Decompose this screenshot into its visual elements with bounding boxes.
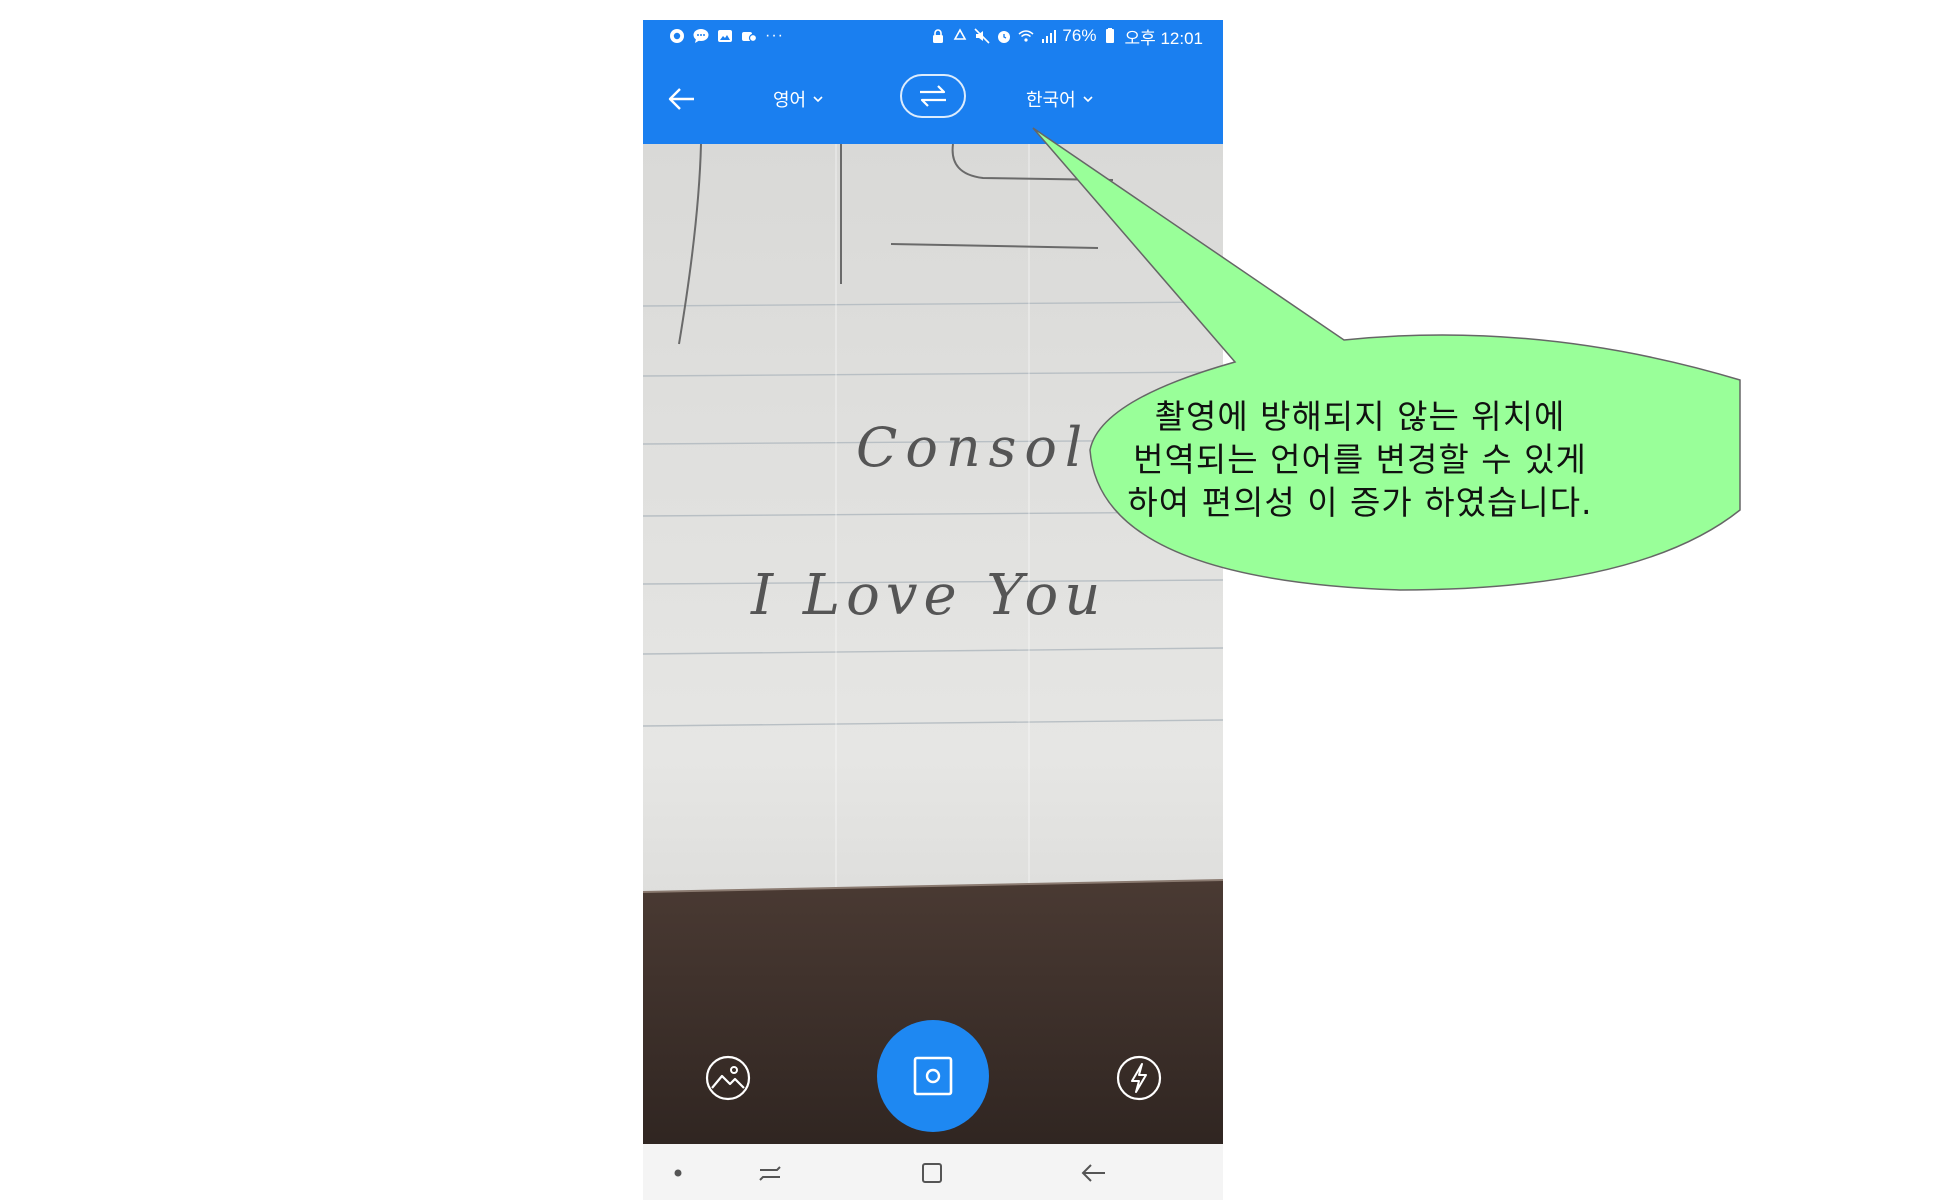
recycle-icon <box>952 28 968 44</box>
lock-icon <box>930 28 946 44</box>
nav-back-button[interactable] <box>1079 1158 1109 1188</box>
capture-button[interactable] <box>877 1020 989 1132</box>
wifi-icon <box>1018 28 1034 44</box>
camera-preview[interactable]: Console I Love You <box>643 144 1223 1166</box>
translate-toolbar: 영어 한국어 <box>643 52 1223 144</box>
system-icons: 76% 오후 12:01 <box>930 24 1203 49</box>
callout-line-3: 하여 편의성 이 증가 하였습니다. <box>1127 483 1593 522</box>
mute-icon <box>974 28 990 44</box>
nav-hide-button[interactable] <box>663 1158 693 1188</box>
image-gallery-icon <box>705 1055 751 1101</box>
dot-icon <box>674 1169 682 1177</box>
phone-screen: ··· 76% 오후 12:01 영어 한국어 Console I Love Y… <box>643 20 1223 1200</box>
clock: 오후 12:01 <box>1124 28 1203 48</box>
arrow-left-icon <box>668 88 694 110</box>
status-bar: ··· 76% 오후 12:01 <box>643 20 1223 52</box>
signal-icon <box>1040 28 1057 44</box>
link-notification-icon <box>741 28 757 44</box>
notification-icons: ··· <box>669 27 784 45</box>
source-language-dropdown[interactable]: 영어 <box>773 82 824 116</box>
battery-percent: 76% <box>1062 26 1097 45</box>
battery-icon <box>1102 28 1118 44</box>
camera-shutter-icon <box>913 1056 953 1096</box>
annotated-screenshot: ··· 76% 오후 12:01 영어 한국어 Console I Love Y… <box>0 0 1956 1200</box>
flash-toggle-button[interactable] <box>1115 1054 1163 1102</box>
more-notifications-icon: ··· <box>765 27 784 44</box>
camera-viewfinder-image: Console I Love You <box>643 144 1223 1166</box>
alarm-icon <box>996 28 1012 44</box>
callout-line-2: 번역되는 언어를 변경할 수 있게 <box>1133 440 1587 479</box>
gallery-notification-icon <box>717 28 733 44</box>
back-button[interactable] <box>665 82 699 116</box>
gallery-button[interactable] <box>704 1054 752 1102</box>
chevron-down-icon <box>812 93 824 105</box>
chat-icon <box>693 28 709 44</box>
nav-recent-apps-button[interactable] <box>755 1158 785 1188</box>
app-notification-icon <box>669 28 685 44</box>
flash-icon <box>1116 1055 1162 1101</box>
target-language-dropdown[interactable]: 한국어 <box>1026 82 1094 116</box>
recent-apps-icon <box>759 1166 781 1181</box>
source-language-label: 영어 <box>773 90 807 111</box>
handwriting-line-1: Console <box>856 416 1130 479</box>
back-arrow-icon <box>1081 1164 1105 1182</box>
chevron-down-icon <box>1082 93 1094 105</box>
swap-languages-button[interactable] <box>900 74 966 118</box>
target-language-label: 한국어 <box>1026 90 1076 111</box>
handwriting-line-2: I Love You <box>750 563 1106 628</box>
callout-text: 촬영에 방해되지 않는 위치에 번역되는 언어를 변경할 수 있게 하여 편의성… <box>1110 395 1610 524</box>
swap-arrows-icon <box>920 85 946 107</box>
callout-line-1: 촬영에 방해되지 않는 위치에 <box>1154 397 1566 436</box>
nav-home-button[interactable] <box>917 1158 947 1188</box>
home-icon <box>922 1163 942 1183</box>
system-navigation-bar <box>643 1144 1223 1200</box>
